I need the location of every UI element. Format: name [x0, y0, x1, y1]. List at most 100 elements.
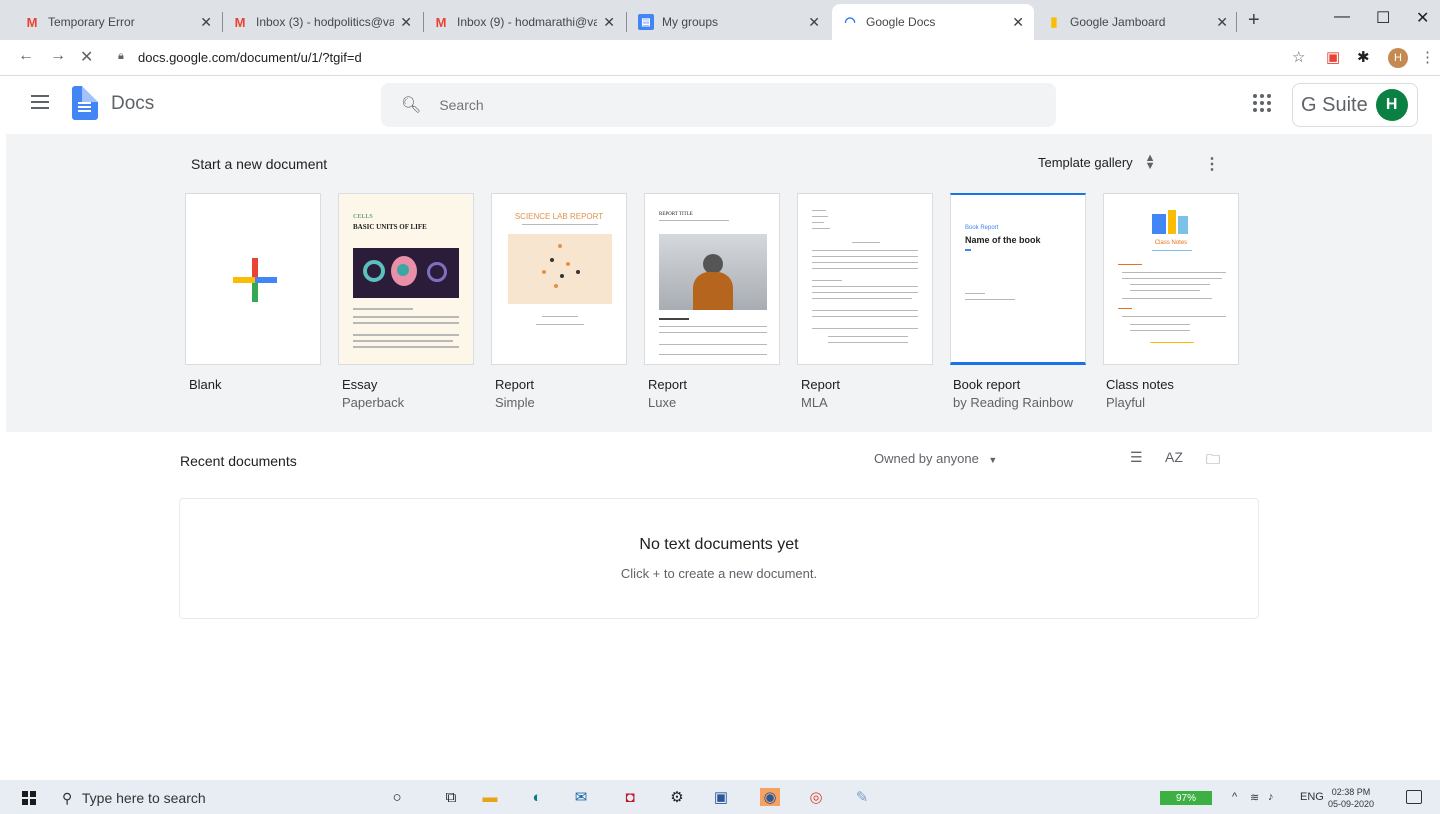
main-menu-icon[interactable] [31, 95, 49, 113]
address-bar[interactable]: docs.google.com/document/u/1/?tgif=d [138, 50, 362, 65]
docs-header: Docs 🔍︎ G Suite H [0, 76, 1440, 134]
word-icon[interactable]: ▣ [711, 788, 731, 806]
template-sublabel: Luxe [648, 395, 677, 410]
forward-icon[interactable]: → [50, 47, 66, 65]
bookmark-star-icon[interactable]: ☆ [1292, 48, 1305, 66]
template-card-book-report[interactable]: Book Report Name of the book [950, 193, 1086, 365]
search-box[interactable]: 🔍︎ [381, 83, 1056, 127]
template-label: Report [801, 377, 841, 392]
gmail-icon: M [26, 14, 38, 30]
windows-taskbar: ⚲ Type here to search ○ ⧉ ▬ ◐ ✉ ◘ ⚙ ▣ ◉ … [0, 780, 1440, 814]
template-card-blank[interactable] [185, 193, 321, 365]
jamboard-icon: ▮ [1050, 14, 1058, 29]
gsuite-label: G Suite [1301, 93, 1368, 116]
settings-gear-icon[interactable]: ⚙ [667, 788, 687, 806]
groups-icon: ▤ [638, 14, 654, 30]
taskbar-search[interactable]: ⚲ Type here to search [62, 790, 206, 807]
template-label: Class notes [1106, 377, 1174, 392]
browser-toolbar: ← → ✕ 🔒︎ docs.google.com/document/u/1/?t… [0, 40, 1440, 76]
preview-title: REPORT TITLE [659, 212, 693, 217]
template-card-report-simple[interactable]: SCIENCE LAB REPORT [491, 193, 627, 365]
browser-tab[interactable]: ▮ Google Jamboard ✕ [1036, 4, 1238, 40]
template-label: Essay [342, 377, 378, 392]
app-icon[interactable]: ◉ [760, 788, 780, 806]
close-icon[interactable]: ✕ [808, 14, 820, 31]
language-indicator[interactable]: ENG [1300, 791, 1324, 803]
template-label: Book report [953, 377, 1021, 392]
loading-icon: ◠ [844, 14, 856, 29]
mcafee-icon[interactable]: ◘ [620, 788, 640, 806]
template-sublabel: by Reading Rainbow [953, 395, 1073, 410]
template-gallery-button[interactable]: Template gallery ▲ ▼ [1038, 153, 1156, 172]
browser-tab[interactable]: M Temporary Error ✕ [14, 4, 222, 40]
volume-icon[interactable]: ♪ [1268, 791, 1274, 803]
show-hidden-icons-icon[interactable]: ^ [1232, 791, 1237, 803]
stop-loading-icon[interactable]: ✕ [80, 47, 93, 67]
browser-tab[interactable]: M Inbox (3) - hodpolitics@vadc ✕ [222, 4, 422, 40]
gmail-icon: M [435, 14, 447, 30]
notifications-icon[interactable] [1406, 790, 1422, 804]
template-section: Start a new document Template gallery ▲ ▼… [6, 134, 1432, 432]
browser-tab[interactable]: ▤ My groups ✕ [628, 4, 830, 40]
preview-image [353, 248, 459, 298]
preview-image [1152, 214, 1166, 234]
browser-menu-icon[interactable]: ⋮ [1420, 48, 1435, 66]
extensions-puzzle-icon[interactable]: ✱ [1357, 48, 1370, 66]
back-icon[interactable]: ← [18, 47, 34, 65]
plus-icon [233, 258, 277, 302]
edge-icon[interactable]: ◐ [527, 788, 547, 806]
tab-title: Inbox (3) - hodpolitics@vadc [256, 15, 395, 29]
template-card-class-notes[interactable]: Class Notes [1103, 193, 1239, 365]
task-view-icon[interactable]: ⧉ [441, 788, 461, 806]
preview-title: Name of the book [965, 235, 1041, 245]
sort-az-icon[interactable]: AZ [1165, 449, 1183, 465]
clock-date: 05-09-2020 [1328, 799, 1375, 809]
gsuite-account-button[interactable]: G Suite H [1292, 83, 1418, 127]
window-close-icon[interactable]: ✕ [1416, 8, 1429, 28]
close-icon[interactable]: ✕ [400, 14, 412, 31]
cortana-icon[interactable]: ○ [387, 788, 407, 806]
close-icon[interactable]: ✕ [603, 14, 615, 31]
owner-filter-dropdown[interactable]: Owned by anyone ▼ [874, 451, 997, 466]
preview-title: SCIENCE LAB REPORT [514, 212, 604, 221]
paint-icon[interactable]: ✎ [852, 788, 872, 806]
search-icon: 🔍︎ [401, 97, 422, 114]
gmail-icon: M [234, 14, 246, 30]
folder-picker-icon[interactable]: 🗀︎ [1206, 449, 1220, 473]
chrome-icon[interactable]: ◎ [806, 788, 826, 806]
start-icon[interactable] [22, 791, 36, 805]
preview-image [659, 234, 767, 310]
apps-grid-icon[interactable] [1253, 94, 1271, 112]
empty-state: No text documents yet Click + to create … [179, 498, 1259, 619]
search-icon: ⚲ [62, 790, 73, 806]
template-card-essay[interactable]: CELLS BASIC UNITS OF LIFE [338, 193, 474, 365]
browser-tab[interactable]: M Inbox (9) - hodmarathi@vad ✕ [423, 4, 625, 40]
preview-title: BASIC UNITS OF LIFE [353, 223, 427, 231]
template-sublabel: Playful [1106, 395, 1146, 410]
file-explorer-icon[interactable]: ▬ [480, 788, 500, 806]
mail-icon[interactable]: ✉ [571, 788, 591, 806]
app-name[interactable]: Docs [111, 93, 154, 115]
template-card-report-luxe[interactable]: REPORT TITLE [644, 193, 780, 365]
template-gallery-label: Template gallery [1038, 154, 1133, 170]
template-card-report-mla[interactable] [797, 193, 933, 365]
close-icon[interactable]: ✕ [200, 14, 212, 31]
minimize-icon[interactable]: — [1334, 8, 1350, 26]
list-view-icon[interactable]: ☰ [1130, 449, 1143, 466]
search-input[interactable] [439, 97, 940, 113]
maximize-icon[interactable]: ☐ [1376, 8, 1390, 28]
preview-heading: Book Report [965, 225, 999, 231]
more-options-icon[interactable]: ⋮ [1204, 154, 1220, 174]
docs-logo-icon[interactable] [72, 86, 98, 120]
browser-tab-strip: M Temporary Error ✕ M Inbox (3) - hodpol… [0, 0, 1440, 40]
extension-icon[interactable]: ▣ [1326, 48, 1340, 66]
clock[interactable]: 02:38 PM 05-09-2020 [1328, 786, 1374, 810]
profile-avatar[interactable]: H [1388, 48, 1408, 68]
template-sublabel: Paperback [342, 395, 405, 410]
battery-indicator[interactable]: 97% [1160, 791, 1212, 805]
close-icon[interactable]: ✕ [1216, 14, 1228, 31]
close-icon[interactable]: ✕ [1012, 14, 1024, 31]
network-icon[interactable]: ≋ [1250, 791, 1259, 804]
browser-tab-active[interactable]: ◠ Google Docs ✕ [832, 4, 1034, 40]
new-tab-icon[interactable]: + [1248, 9, 1260, 32]
